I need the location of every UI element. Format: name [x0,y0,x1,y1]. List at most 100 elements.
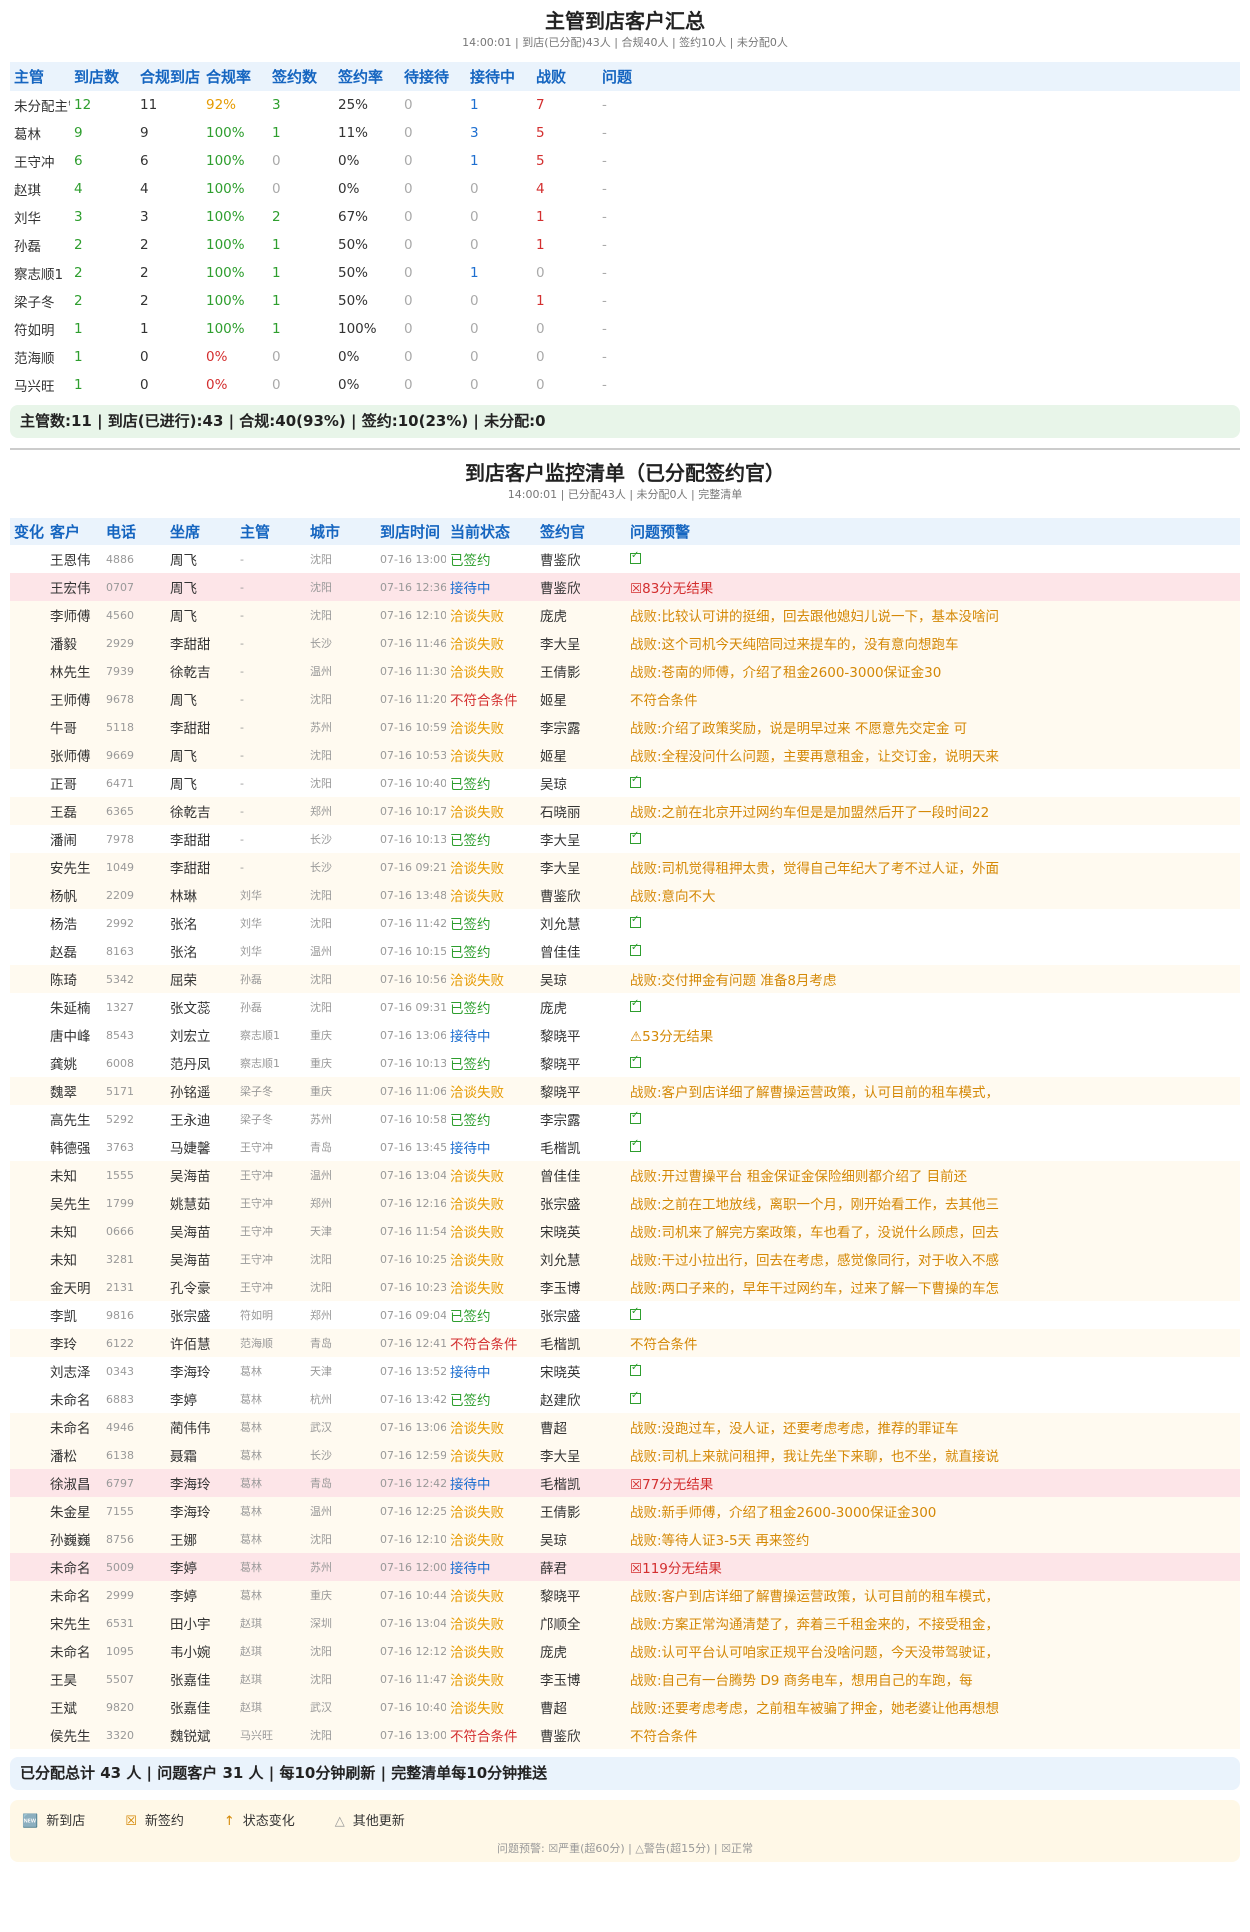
monitor-cell [10,1497,46,1525]
monitor-cell: 不符合条件 [450,693,518,709]
monitor-cell: - [240,692,244,706]
summary-cell: 1 [74,349,83,365]
alert-cell: 战败:之前在北京开过网约车但是是加盟然后开了一段时间22 [626,797,1240,825]
monitor-cell: 1555 [106,1168,134,1182]
summary-cell: 100% [206,237,245,253]
alert-text: 119分无结果 [642,1561,722,1577]
monitor-cell: 07-16 10:40 [380,776,446,790]
monitor-cell: 屈荣 [170,973,197,989]
monitor-row: 徐淑昌 6797 李海玲 葛林 青岛 07-16 12:42 接待中 毛楷凯 ☒77分无结果 [10,1469,1240,1497]
monitor-cell: 吴琼 [540,777,567,793]
monitor-cell [10,601,46,629]
monitor-cell: 07-16 10:59 [380,720,446,734]
monitor-row: 金天明 2131 孔令豪 王守冲 沈阳 07-16 10:23 洽谈失败 李玉博 战败:两口子来… [10,1273,1240,1301]
summary-cell: - [602,209,607,225]
legend-label: 新签约 [144,1814,184,1829]
summary-cell: 马兴旺 [14,379,55,395]
monitor-cell: 洽谈失败 [450,1421,504,1437]
monitor-cell: 葛林 [240,1533,262,1546]
monitor-cell: 2209 [106,888,134,902]
monitor-cell: 洽谈失败 [450,721,504,737]
monitor-cell: 朱延楠 [50,1001,91,1017]
summary-cell: 0 [470,349,479,365]
monitor-cell: 已签约 [450,1393,491,1409]
ok-check-icon [630,1306,641,1320]
monitor-cell: 魏翠 [50,1085,77,1101]
monitor-cell: 曹鉴欣 [540,553,581,569]
monitor-cell: 8543 [106,1028,134,1042]
summary-cell: 0% [206,349,228,365]
alert-cell: 战败:新手师傅，介绍了租金2600-3000保证金300 [626,1497,1240,1525]
alert-cell: 战败:介绍了政策奖励，说是明早过来 不愿意先交定金 可 [626,713,1240,741]
monitor-cell: 李海玲 [170,1365,211,1381]
monitor-cell: 吴海苗 [170,1225,211,1241]
monitor-cell: 郑州 [310,1197,332,1210]
monitor-cell: 薛君 [540,1561,567,1577]
summary-cell: - [602,181,607,197]
alert-text: 战败:这个司机今天纯陪同过来提车的，没有意向想跑车 [630,637,959,653]
alert-cell: 战败:等待人证3-5天 再来签约 [626,1525,1240,1553]
monitor-cell: 黎晓平 [540,1589,581,1605]
monitor-cell: 刘宏立 [170,1029,211,1045]
monitor-cell [10,1469,46,1497]
alert-text: 53分无结果 [642,1029,714,1045]
monitor-row: 未知 0666 吴海苗 王守冲 天津 07-16 11:54 洽谈失败 宋晓英 战败:司机来了解… [10,1217,1240,1245]
summary-cell: 1 [470,97,479,113]
monitor-cell: 07-16 12:10 [380,1532,446,1546]
monitor-cell: 姬星 [540,749,567,765]
monitor-cell: 长沙 [310,1449,332,1462]
summary-title: 主管到店客户汇总 [545,9,705,33]
monitor-row: 王师傅 9678 周飞 - 沈阳 07-16 11:20 不符合条件 姬星 不符合条件 [10,685,1240,713]
monitor-cell: 武汉 [310,1421,332,1434]
monitor-cell: 未知 [50,1253,77,1269]
monitor-cell [10,1189,46,1217]
monitor-cell: 张宗盛 [540,1197,581,1213]
summary-cell: 0 [272,349,281,365]
monitor-cell: 天津 [310,1225,332,1238]
monitor-cell: 07-16 12:59 [380,1448,446,1462]
summary-cell: 察志顺1 [14,267,64,283]
monitor-cell: 王昊 [50,1673,77,1689]
monitor-cell: 青岛 [310,1337,332,1350]
monitor-cell: 7939 [106,664,134,678]
monitor-subtitle: 14:00:01 | 已分配43人 | 未分配0人 | 完整清单 [507,488,743,501]
monitor-cell [10,1049,46,1077]
monitor-row: 未命名 6883 李婷 葛林 杭州 07-16 13:42 已签约 赵建欣 [10,1385,1240,1413]
summary-header-cell: 主管 [14,68,45,86]
summary-cell: 0 [404,209,413,225]
monitor-cell: 6008 [106,1056,134,1070]
monitor-cell: 姚慧茹 [170,1197,211,1213]
monitor-cell: 李甜甜 [170,721,211,737]
summary-row: 刘华 3 3 100% 2 67% 0 0 1 - [10,203,1240,231]
monitor-cell [10,965,46,993]
warning-triangle-icon: ⚠ [630,1029,643,1045]
ok-check-icon [630,1362,641,1376]
monitor-cell: 07-16 10:56 [380,972,446,986]
summary-cell: 1 [272,321,281,337]
alert-cell: ☒83分无结果 [626,573,1240,601]
summary-cell: 100% [206,153,245,169]
monitor-row: 孙巍巍 8756 王娜 葛林 沈阳 07-16 12:10 洽谈失败 吴琼 战败:等待人证3-5… [10,1525,1240,1553]
alert-cell [626,1301,1240,1329]
monitor-row: 赵磊 8163 张洺 刘华 温州 07-16 10:15 已签约 曾佳佳 [10,937,1240,965]
monitor-cell [10,1357,46,1385]
alert-text: 战败:意向不大 [630,889,716,905]
monitor-cell: 王宏伟 [50,581,91,597]
summary-cell-spacer [664,203,1240,231]
monitor-cell: 6365 [106,804,134,818]
monitor-cell: 李玉博 [540,1673,581,1689]
monitor-row: 王昊 5507 张嘉佳 赵琪 沈阳 07-16 11:47 洽谈失败 李玉博 战败:自己有一台腾… [10,1665,1240,1693]
monitor-cell: 王永迪 [170,1113,211,1129]
monitor-cell: - [240,608,244,622]
monitor-cell: 郑州 [310,805,332,818]
monitor-cell [10,629,46,657]
monitor-cell: 4560 [106,608,134,622]
monitor-row: 未命名 5009 李婷 葛林 苏州 07-16 12:00 接待中 薛君 ☒119分无结果 [10,1553,1240,1581]
monitor-cell: 葛林 [240,1505,262,1518]
monitor-cell: 牛哥 [50,721,77,737]
monitor-cell: 赵琪 [240,1701,262,1714]
monitor-cell: 6797 [106,1476,134,1490]
monitor-cell: 李宗露 [540,721,581,737]
monitor-cell: 李凯 [50,1309,77,1325]
monitor-row: 唐中峰 8543 刘宏立 察志顺1 重庆 07-16 13:06 接待中 黎晓平 ⚠53分无结果 [10,1021,1240,1049]
